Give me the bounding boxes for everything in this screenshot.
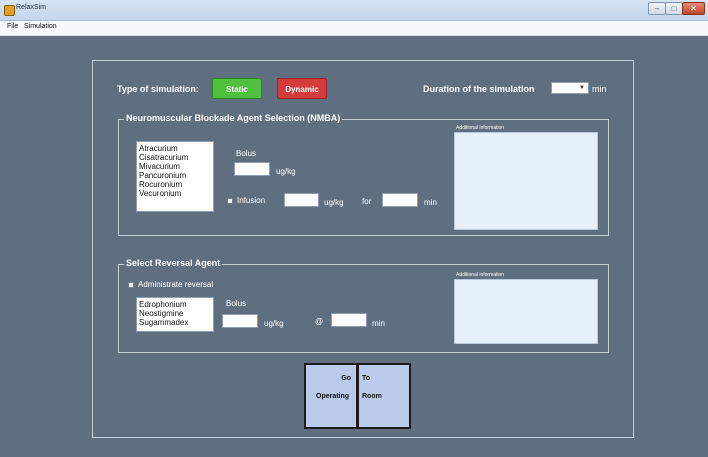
infusion-unit: ug/kg xyxy=(324,198,344,207)
reversal-time-unit: min xyxy=(372,319,385,328)
administrate-reversal-checkbox[interactable] xyxy=(128,282,134,288)
duration-unit: min xyxy=(592,84,607,94)
room-label: Room xyxy=(362,393,382,400)
go-label: Go xyxy=(341,375,351,382)
nmba-legend: Neuromuscular Blockade Agent Selection (… xyxy=(124,113,343,123)
duration-label: Duration of the simulation xyxy=(423,84,535,94)
minimize-button[interactable]: – xyxy=(648,2,666,15)
duration-dropdown[interactable]: ▼ xyxy=(551,82,589,94)
simulation-type-label: Type of simulation: xyxy=(117,84,199,94)
nmba-bolus-label: Bolus xyxy=(236,149,257,158)
go-button-right[interactable]: To Room xyxy=(359,365,409,427)
reversal-info-label: Additional information xyxy=(456,272,505,278)
list-item[interactable]: Vecuronium xyxy=(139,189,211,198)
maximize-button[interactable]: □ xyxy=(665,2,683,15)
reversal-at-label: @ xyxy=(315,317,324,326)
nmba-bolus-input[interactable] xyxy=(234,162,270,176)
list-item[interactable]: Rocuronium xyxy=(139,180,211,189)
infusion-duration-input[interactable] xyxy=(382,193,418,207)
chevron-down-icon: ▼ xyxy=(579,85,585,91)
app-icon xyxy=(4,5,15,16)
menu-bar: File Simulation xyxy=(0,21,708,36)
nmba-info-box xyxy=(454,132,598,230)
list-item[interactable]: Edrophonium xyxy=(139,300,211,309)
nmba-info-label: Additional information xyxy=(456,125,505,131)
window-title: RelaxSim xyxy=(16,4,46,11)
reversal-info-box xyxy=(454,279,598,344)
reversal-time-input[interactable] xyxy=(331,313,367,327)
reversal-legend: Select Reversal Agent xyxy=(124,258,223,268)
nmba-agent-list[interactable]: Atracurium Cisatracurium Mivacurium Panc… xyxy=(136,141,214,212)
dynamic-button[interactable]: Dynamic xyxy=(277,78,327,99)
static-button[interactable]: Static xyxy=(212,78,262,99)
to-label: To xyxy=(362,375,371,382)
go-to-operating-room-button[interactable]: Go Operating To Room xyxy=(304,363,411,429)
go-button-left[interactable]: Go Operating xyxy=(306,365,356,427)
close-button[interactable]: ✕ xyxy=(682,2,705,15)
operating-label: Operating xyxy=(316,393,350,400)
infusion-duration-unit: min xyxy=(424,198,437,207)
infusion-label: Infusion xyxy=(237,196,266,205)
list-item[interactable]: Neostigmine xyxy=(139,309,211,318)
infusion-input[interactable] xyxy=(284,193,319,207)
list-item[interactable]: Cisatracurium xyxy=(139,153,211,162)
menu-simulation[interactable]: Simulation xyxy=(24,23,57,30)
reversal-bolus-unit: ug/kg xyxy=(264,319,284,328)
reversal-bolus-label: Bolus xyxy=(226,299,247,308)
list-item[interactable]: Pancuronium xyxy=(139,171,211,180)
infusion-checkbox[interactable] xyxy=(227,198,233,204)
list-item[interactable]: Mivacurium xyxy=(139,162,211,171)
list-item[interactable]: Sugammadex xyxy=(139,318,211,327)
infusion-for-label: for xyxy=(362,197,372,206)
administrate-reversal-label: Administrate reversal xyxy=(138,280,214,289)
reversal-bolus-input[interactable] xyxy=(222,314,258,328)
list-item[interactable]: Atracurium xyxy=(139,144,211,153)
nmba-bolus-unit: ug/kg xyxy=(276,167,296,176)
title-bar: RelaxSim – □ ✕ xyxy=(0,0,708,21)
menu-file[interactable]: File xyxy=(7,23,18,30)
reversal-agent-list[interactable]: Edrophonium Neostigmine Sugammadex xyxy=(136,297,214,332)
